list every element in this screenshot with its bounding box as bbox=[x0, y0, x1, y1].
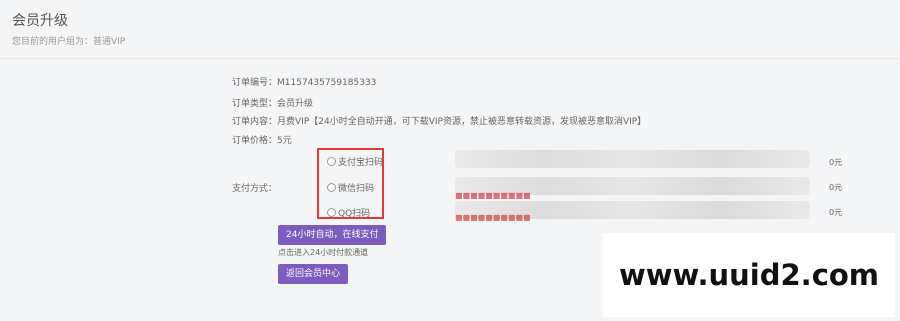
order-type-value: 会员升级 bbox=[277, 99, 314, 109]
order-number-label: 订单编号： bbox=[232, 78, 278, 88]
order-price-value: 5元 bbox=[277, 136, 292, 146]
payment-note: 点击进入24小时付款通道 bbox=[278, 248, 369, 257]
order-content-label: 订单内容： bbox=[232, 117, 278, 127]
back-to-member-center-button[interactable]: 返回会员中心 bbox=[278, 264, 349, 284]
blurred-red-text: ■■■■■■■■■■ bbox=[455, 213, 531, 222]
user-group-text: 您目前的用户组为：普通VIP bbox=[12, 37, 126, 47]
order-price-label: 订单价格： bbox=[232, 136, 278, 146]
payment-option-label: 微信扫码 bbox=[338, 184, 375, 194]
order-type-row: 订单类型：会员升级 bbox=[232, 96, 313, 109]
payment-option-alipay[interactable]: 支付宝扫码 bbox=[327, 155, 383, 168]
payment-option-qq[interactable]: QQ扫码 bbox=[327, 206, 370, 219]
page-title: 会员升级 bbox=[12, 13, 68, 29]
order-type-label: 订单类型： bbox=[232, 99, 278, 109]
payment-price: 0元 bbox=[829, 183, 843, 192]
watermark: www.uuid2.com bbox=[603, 233, 895, 317]
payment-price: 0元 bbox=[829, 158, 843, 167]
order-number-row: 订单编号：M1157435759185333 bbox=[232, 75, 376, 88]
radio-button[interactable] bbox=[327, 208, 336, 217]
blurred-payment-info bbox=[455, 150, 810, 168]
order-number-value: M1157435759185333 bbox=[277, 78, 377, 88]
order-content-value: 月费VIP【24小时全自动开通，可下载VIP资源，禁止被恶意转载资源，发现被恶意… bbox=[277, 117, 647, 127]
blurred-red-text: ■■■■■■■■■■ bbox=[455, 191, 531, 200]
payment-option-label: QQ扫码 bbox=[338, 209, 371, 219]
radio-button[interactable] bbox=[327, 183, 336, 192]
order-content-row: 订单内容：月费VIP【24小时全自动开通，可下载VIP资源，禁止被恶意转载资源，… bbox=[232, 114, 646, 127]
payment-price: 0元 bbox=[829, 208, 843, 217]
order-price-row: 订单价格：5元 bbox=[232, 133, 292, 146]
radio-button[interactable] bbox=[327, 157, 336, 166]
payment-option-label: 支付宝扫码 bbox=[338, 158, 384, 168]
pay-online-button[interactable]: 24小时自动，在线支付 bbox=[278, 225, 387, 245]
page-header: 会员升级 您目前的用户组为：普通VIP bbox=[0, 0, 900, 59]
payment-method-label: 支付方式： bbox=[232, 184, 278, 194]
payment-option-wechat[interactable]: 微信扫码 bbox=[327, 181, 374, 194]
